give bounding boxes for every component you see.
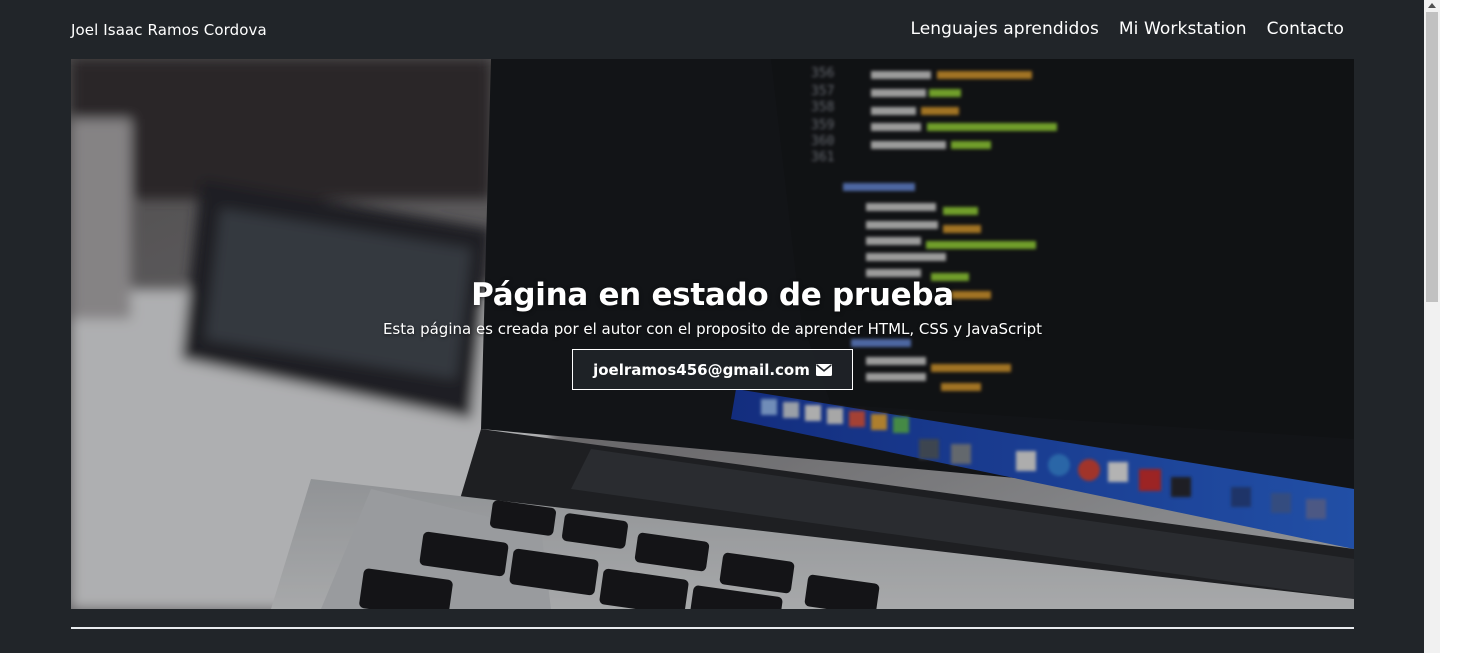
nav-link-workstation[interactable]: Mi Workstation: [1119, 17, 1247, 41]
envelope-icon: [815, 363, 832, 376]
navbar: Joel Isaac Ramos Cordova Lenguajes apren…: [0, 0, 1424, 59]
email-button-label: joelramos456@gmail.com: [593, 360, 810, 379]
page: Joel Isaac Ramos Cordova Lenguajes apren…: [0, 0, 1424, 653]
email-button[interactable]: joelramos456@gmail.com: [572, 349, 853, 390]
scroll-up-arrow-icon[interactable]: [1428, 3, 1436, 8]
section-divider: [71, 627, 1354, 629]
hero-title: Página en estado de prueba: [471, 277, 954, 313]
brand-link[interactable]: Joel Isaac Ramos Cordova: [71, 20, 267, 40]
nav-link-contacto[interactable]: Contacto: [1267, 17, 1344, 41]
nav-link-lenguajes[interactable]: Lenguajes aprendidos: [910, 17, 1098, 41]
window-edge: [1440, 0, 1460, 653]
scrollbar-thumb[interactable]: [1426, 12, 1438, 302]
hero-content: Página en estado de prueba Esta página e…: [71, 273, 1354, 390]
hero-section: 356 357 358 359 360 361 Página en estado…: [71, 59, 1354, 609]
hero-subtitle: Esta página es creada por el autor con e…: [382, 320, 1043, 338]
nav-links: Lenguajes aprendidos Mi Workstation Cont…: [910, 17, 1344, 41]
